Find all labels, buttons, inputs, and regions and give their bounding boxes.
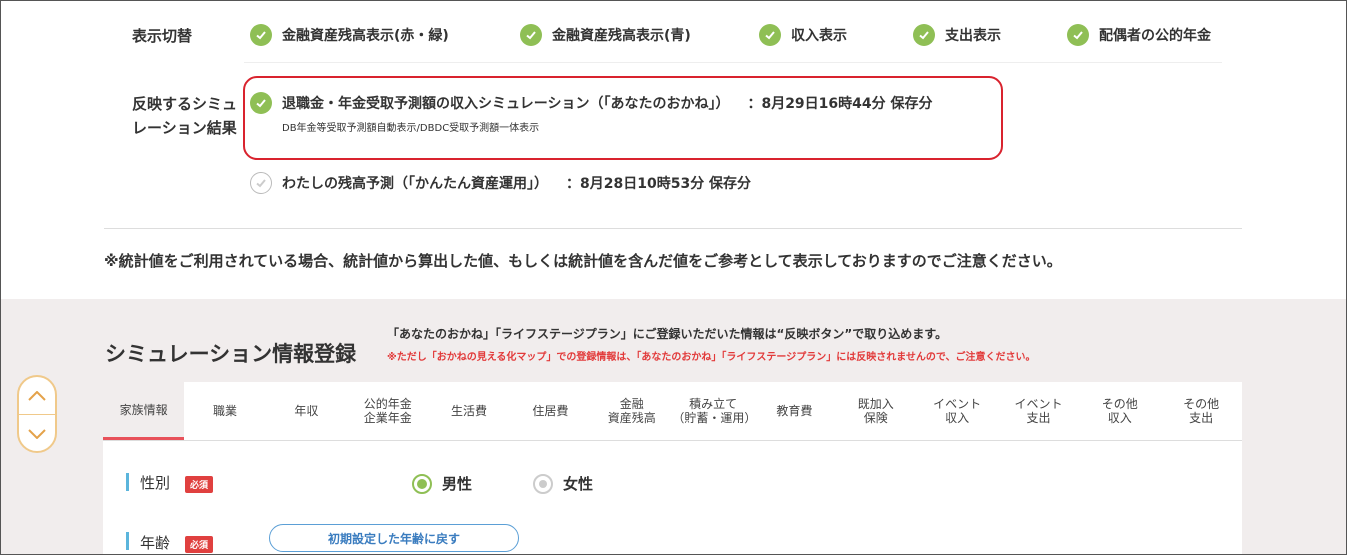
toggle-expense[interactable]: 支出表示 xyxy=(913,24,1001,46)
toggle-label: 金融資産残高表示(赤・緑) xyxy=(282,28,449,44)
reset-age-button[interactable]: 初期設定した年齢に戻す xyxy=(269,524,519,552)
tab-pension[interactable]: 公的年金 企業年金 xyxy=(347,382,428,440)
sim-result-subtext: DB年金等受取予測額自動表示/DBDC受取予測額一体表示 xyxy=(282,123,540,134)
sim-result-balance-forecast[interactable]: わたしの残高予測（「かんたん資産運用」） ：8月28日10時53分 保存分 xyxy=(250,172,751,194)
required-badge: 必須 xyxy=(185,476,214,493)
tab-financial-assets[interactable]: 金融 資産残高 xyxy=(591,382,672,440)
toggle-balance-red-green[interactable]: 金融資産残高表示(赤・緑) xyxy=(250,24,449,46)
check-icon xyxy=(913,24,935,46)
required-badge: 必須 xyxy=(185,536,214,553)
import-warning: ※ただし「おかねの見える化マップ」での登録情報は、「あなたのおかね」「ライフステ… xyxy=(387,352,1036,363)
tab-housing-cost[interactable]: 住居費 xyxy=(510,382,591,440)
toggle-label: 支出表示 xyxy=(945,28,1001,44)
radio-unselected-icon xyxy=(533,473,553,494)
sim-results-label: 反映するシミュ レーション結果 xyxy=(132,95,238,137)
check-icon xyxy=(250,92,272,114)
sim-result-title: 退職金・年金受取予測額の収入シミュレーション（「あなたのおかね」） xyxy=(282,96,730,112)
tab-other-expense[interactable]: その他 支出 xyxy=(1160,382,1241,440)
tab-event-income[interactable]: イベント 収入 xyxy=(916,382,997,440)
scroll-up-button[interactable] xyxy=(19,377,55,414)
sim-result-title: わたしの残高予測（「かんたん資産運用」） xyxy=(282,176,548,192)
tab-living-cost[interactable]: 生活費 xyxy=(428,382,509,440)
section-title: シミュレーション情報登録 xyxy=(105,342,357,366)
toggle-label: 収入表示 xyxy=(791,28,847,44)
age-label: 年齢 xyxy=(140,534,171,552)
check-icon xyxy=(1067,24,1089,46)
gender-female-radio[interactable]: 女性 xyxy=(533,473,593,494)
tab-insurance[interactable]: 既加入 保険 xyxy=(835,382,916,440)
radio-selected-icon xyxy=(412,473,432,494)
check-icon xyxy=(759,24,781,46)
toggle-income[interactable]: 収入表示 xyxy=(759,24,847,46)
highlight-box xyxy=(243,76,1003,160)
tab-education[interactable]: 教育費 xyxy=(754,382,835,440)
radio-label: 女性 xyxy=(563,475,594,493)
scroll-controls xyxy=(17,375,57,453)
field-marker xyxy=(126,532,129,550)
sim-result-retirement-pension[interactable]: 退職金・年金受取予測額の収入シミュレーション（「あなたのおかね」） ：8月29日… xyxy=(250,92,933,114)
field-marker xyxy=(126,473,129,491)
tab-other-income[interactable]: その他 収入 xyxy=(1079,382,1160,440)
toggle-label: 配偶者の公的年金 xyxy=(1099,28,1211,44)
statistics-notice: ※統計値をご利用されている場合、統計値から算出した値、もしくは統計値を含んだ値を… xyxy=(104,252,1062,270)
check-icon xyxy=(250,172,272,194)
radio-label: 男性 xyxy=(442,475,473,493)
display-toggle-label: 表示切替 xyxy=(132,27,193,45)
tab-event-expense[interactable]: イベント 支出 xyxy=(998,382,1079,440)
divider xyxy=(104,228,1242,229)
display-settings-section: 表示切替 金融資産残高表示(赤・緑) 金融資産残高表示(青) 収入表示 支出表示… xyxy=(1,1,1346,299)
tab-savings[interactable]: 積み立て （貯蓄・運用） xyxy=(672,382,756,440)
check-icon xyxy=(250,24,272,46)
scroll-down-button[interactable] xyxy=(19,414,55,452)
tab-occupation[interactable]: 職業 xyxy=(184,382,265,440)
divider xyxy=(244,62,1222,63)
chevron-down-icon xyxy=(28,428,46,439)
toggle-spouse-pension[interactable]: 配偶者の公的年金 xyxy=(1067,24,1211,46)
tab-bar: 家族情報 職業 年収 公的年金 企業年金 生活費 住居費 金融 資産残高 積み立て（… xyxy=(103,382,1242,441)
check-icon xyxy=(520,24,542,46)
sim-result-saved: ：8月28日10時53分 保存分 xyxy=(566,176,752,192)
sim-result-saved: ：8月29日16時44分 保存分 xyxy=(747,96,933,112)
gender-male-radio[interactable]: 男性 xyxy=(412,473,472,494)
tab-annual-income[interactable]: 年収 xyxy=(266,382,347,440)
import-info: 「あなたのおかね」「ライフステージプラン」にご登録いただいた情報は“反映ボタン”… xyxy=(387,327,948,341)
toggle-label: 金融資産残高表示(青) xyxy=(552,28,691,44)
page-frame: 表示切替 金融資産残高表示(赤・緑) 金融資産残高表示(青) 収入表示 支出表示… xyxy=(0,0,1347,555)
gender-label: 性別 xyxy=(140,474,171,492)
tab-family[interactable]: 家族情報 xyxy=(103,382,185,440)
chevron-up-icon xyxy=(28,390,46,401)
toggle-balance-blue[interactable]: 金融資産残高表示(青) xyxy=(520,24,691,46)
